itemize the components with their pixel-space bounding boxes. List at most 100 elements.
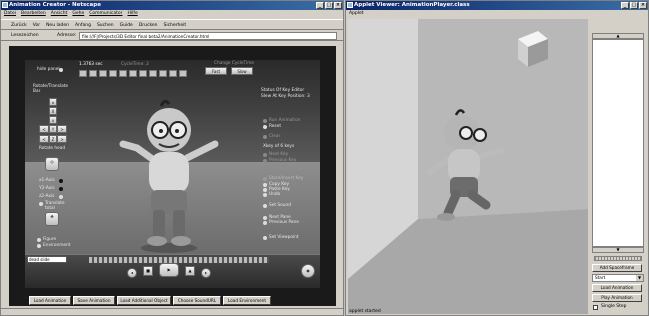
- keyframe-slot[interactable]: [149, 70, 157, 77]
- change-cycletime-label: Change CycleTime: [214, 61, 255, 66]
- 3d-room-view[interactable]: [348, 19, 588, 314]
- single-step-checkbox[interactable]: [593, 305, 598, 310]
- keyframe-slot[interactable]: [109, 70, 117, 77]
- choose-sound-url-button[interactable]: Choose SoundURL: [173, 296, 221, 305]
- rotate-down-button[interactable]: ∨: [49, 116, 57, 124]
- maximize-button[interactable]: □: [325, 2, 333, 9]
- set-viewpoint-radio[interactable]: [263, 236, 267, 240]
- cartoon-figure[interactable]: [109, 98, 229, 256]
- keyframe-slot[interactable]: [89, 70, 97, 77]
- menu-hilfe[interactable]: Hilfe: [127, 10, 137, 18]
- load-animation-button[interactable]: Load Animation: [29, 296, 71, 305]
- back-button[interactable]: Zurück: [11, 20, 27, 29]
- maximize-button[interactable]: □: [630, 2, 638, 9]
- sound-url-field[interactable]: dead slide: [27, 256, 67, 263]
- spaceframe-slider[interactable]: [594, 256, 642, 261]
- environment-radio[interactable]: [37, 244, 41, 248]
- menu-datei[interactable]: Datei: [4, 10, 16, 18]
- forward-button[interactable]: Vor: [33, 20, 40, 29]
- netscape-statusbar: [1, 308, 343, 315]
- clear-radio[interactable]: [263, 135, 267, 139]
- home-button[interactable]: Anfang: [75, 20, 91, 29]
- eject-button[interactable]: ▲: [185, 266, 195, 276]
- figure-radio[interactable]: [37, 238, 41, 242]
- rotate-left-button[interactable]: <: [39, 125, 49, 133]
- netscape-icon: [2, 2, 8, 8]
- chevron-down-icon[interactable]: ▼: [636, 275, 643, 281]
- y-axis-radio[interactable]: [59, 187, 63, 191]
- paste-key-radio[interactable]: [263, 188, 267, 192]
- forward-playback-button[interactable]: ▸: [201, 268, 211, 278]
- menu-applet[interactable]: Applet: [349, 10, 364, 18]
- cycle-time-label: CycleTime: 2: [121, 62, 149, 67]
- netscape-titlebar[interactable]: Animation Creator - Netscape _ □ ×: [1, 1, 343, 10]
- undo-radio[interactable]: [263, 193, 267, 197]
- stop-button[interactable]: ■: [143, 266, 153, 276]
- load-environment-button[interactable]: Load Environment: [223, 296, 271, 305]
- keyframe-slot[interactable]: [99, 70, 107, 77]
- x-axis-radio[interactable]: [59, 179, 63, 183]
- search-button[interactable]: Suchen: [97, 20, 114, 29]
- keyframe-slot[interactable]: [129, 70, 137, 77]
- zoom-out-button[interactable]: <: [39, 135, 49, 143]
- slow-button[interactable]: Slow: [231, 67, 253, 75]
- keyframe-slot[interactable]: [139, 70, 147, 77]
- keyframe-slot[interactable]: [79, 70, 87, 77]
- zoom-in-button[interactable]: >: [57, 135, 67, 143]
- keyframe-slot[interactable]: [179, 70, 187, 77]
- translate-icon[interactable]: ✥: [45, 212, 59, 226]
- status-title: Status Of Key Editor: [261, 88, 305, 93]
- scroll-down-button[interactable]: ▼: [592, 247, 644, 253]
- rotate-head-icon[interactable]: ◎: [45, 157, 59, 171]
- next-pane-radio[interactable]: [263, 216, 267, 220]
- close-button[interactable]: ×: [334, 2, 342, 9]
- address-input[interactable]: file:///F|/Projects/3D Editor final beta…: [79, 32, 337, 40]
- rotate-right-button[interactable]: >: [57, 125, 67, 133]
- bookmarks-button[interactable]: Lesezeichen: [11, 31, 39, 41]
- security-button[interactable]: Sicherheit: [164, 20, 187, 29]
- play-button[interactable]: ▶: [159, 263, 179, 277]
- spaceframe-list[interactable]: [592, 39, 644, 247]
- fast-button[interactable]: Fast: [205, 67, 227, 75]
- minimize-button[interactable]: _: [621, 2, 629, 9]
- previous-pane-label: Previous Pane: [269, 220, 299, 225]
- guide-button[interactable]: Guide: [120, 20, 133, 29]
- save-animation-button[interactable]: Save Animation: [73, 296, 115, 305]
- close-button[interactable]: ×: [639, 2, 647, 9]
- rotate-translate-label: Rotate/Translate Bar: [33, 84, 69, 94]
- translate-radio[interactable]: [39, 202, 43, 206]
- rotate-up-button[interactable]: ∧: [49, 98, 57, 106]
- start-select[interactable]: Start ▼: [592, 274, 644, 282]
- keyframe-slot[interactable]: [159, 70, 167, 77]
- netscape-title: Animation Creator - Netscape: [9, 2, 101, 8]
- menu-communicator[interactable]: Communicator: [89, 10, 122, 18]
- store-insert-radio[interactable]: [263, 177, 267, 181]
- sound-icon[interactable]: ◉: [301, 264, 315, 278]
- keyframe-slot[interactable]: [119, 70, 127, 77]
- minimize-button[interactable]: _: [316, 2, 324, 9]
- z-axis-radio[interactable]: [59, 195, 63, 199]
- print-button[interactable]: Drucken: [139, 20, 158, 29]
- menu-ansicht[interactable]: Ansicht: [51, 10, 68, 18]
- netscape-toolbar: Zurück Vor Neu laden Anfang Suchen Guide…: [1, 19, 343, 30]
- play-animation-button[interactable]: Play Animation: [592, 294, 642, 302]
- undo-label: Undo: [269, 192, 281, 197]
- rewind-button[interactable]: ◂: [127, 268, 137, 278]
- reset-radio[interactable]: [263, 125, 267, 129]
- load-animation-player-button[interactable]: Load Animation: [592, 284, 642, 292]
- set-sound-radio[interactable]: [263, 204, 267, 208]
- hide-panel-toggle[interactable]: [59, 68, 63, 72]
- add-spaceframe-button[interactable]: Add Spaceframe: [592, 264, 642, 272]
- copy-key-radio[interactable]: [263, 183, 267, 187]
- previous-key-radio[interactable]: [263, 159, 267, 163]
- load-additional-object-button[interactable]: Load Additional Object: [117, 296, 171, 305]
- keyframe-slot[interactable]: [169, 70, 177, 77]
- menu-bearbeiten[interactable]: Bearbeiten: [21, 10, 46, 18]
- run-animation-radio[interactable]: [263, 119, 267, 123]
- timeline-slider[interactable]: [89, 257, 269, 263]
- next-key-radio[interactable]: [263, 153, 267, 157]
- applet-viewer-titlebar[interactable]: Applet Viewer: AnimationPlayer.class _ □…: [346, 1, 648, 10]
- previous-pane-radio[interactable]: [263, 221, 267, 225]
- menu-gehe[interactable]: Gehe: [72, 10, 84, 18]
- reload-button[interactable]: Neu laden: [46, 20, 69, 29]
